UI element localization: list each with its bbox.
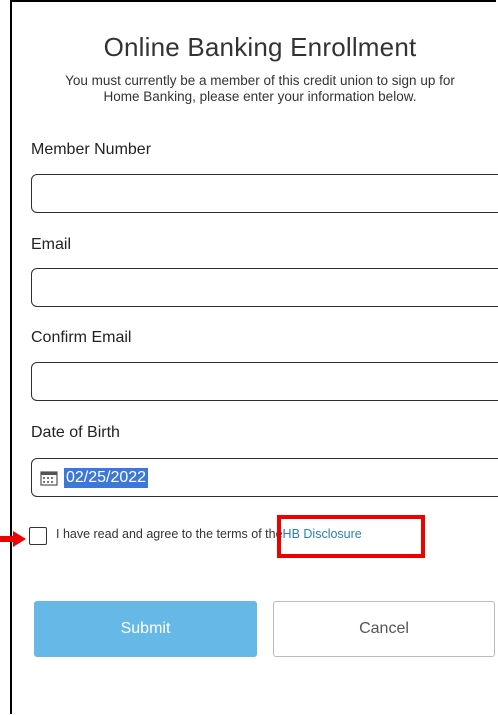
date-of-birth-input[interactable]: 02/25/2022 — [31, 458, 498, 497]
confirm-email-label: Confirm Email — [31, 329, 132, 346]
submit-button[interactable]: Submit — [34, 601, 257, 657]
subtitle-line-2: Home Banking, please enter your informat… — [103, 89, 417, 104]
date-of-birth-value: 02/25/2022 — [64, 467, 149, 488]
terms-checkbox[interactable] — [29, 527, 47, 545]
red-arrow-icon — [0, 531, 26, 547]
member-number-label: Member Number — [31, 141, 152, 158]
calendar-icon — [40, 470, 58, 486]
subtitle-line-1: You must currently be a member of this c… — [65, 73, 455, 88]
highlight-box — [277, 515, 425, 558]
page-title: Online Banking Enrollment — [103, 32, 417, 62]
page-subtitle: You must currently be a member of this c… — [26, 73, 494, 105]
cancel-button[interactable]: Cancel — [273, 601, 495, 657]
terms-label: I have read and agree to the terms of th… — [56, 527, 283, 541]
confirm-email-input[interactable] — [31, 362, 498, 401]
email-label: Email — [31, 236, 72, 253]
email-input[interactable] — [31, 268, 498, 307]
member-number-input[interactable] — [31, 174, 498, 213]
date-of-birth-label: Date of Birth — [31, 424, 120, 441]
